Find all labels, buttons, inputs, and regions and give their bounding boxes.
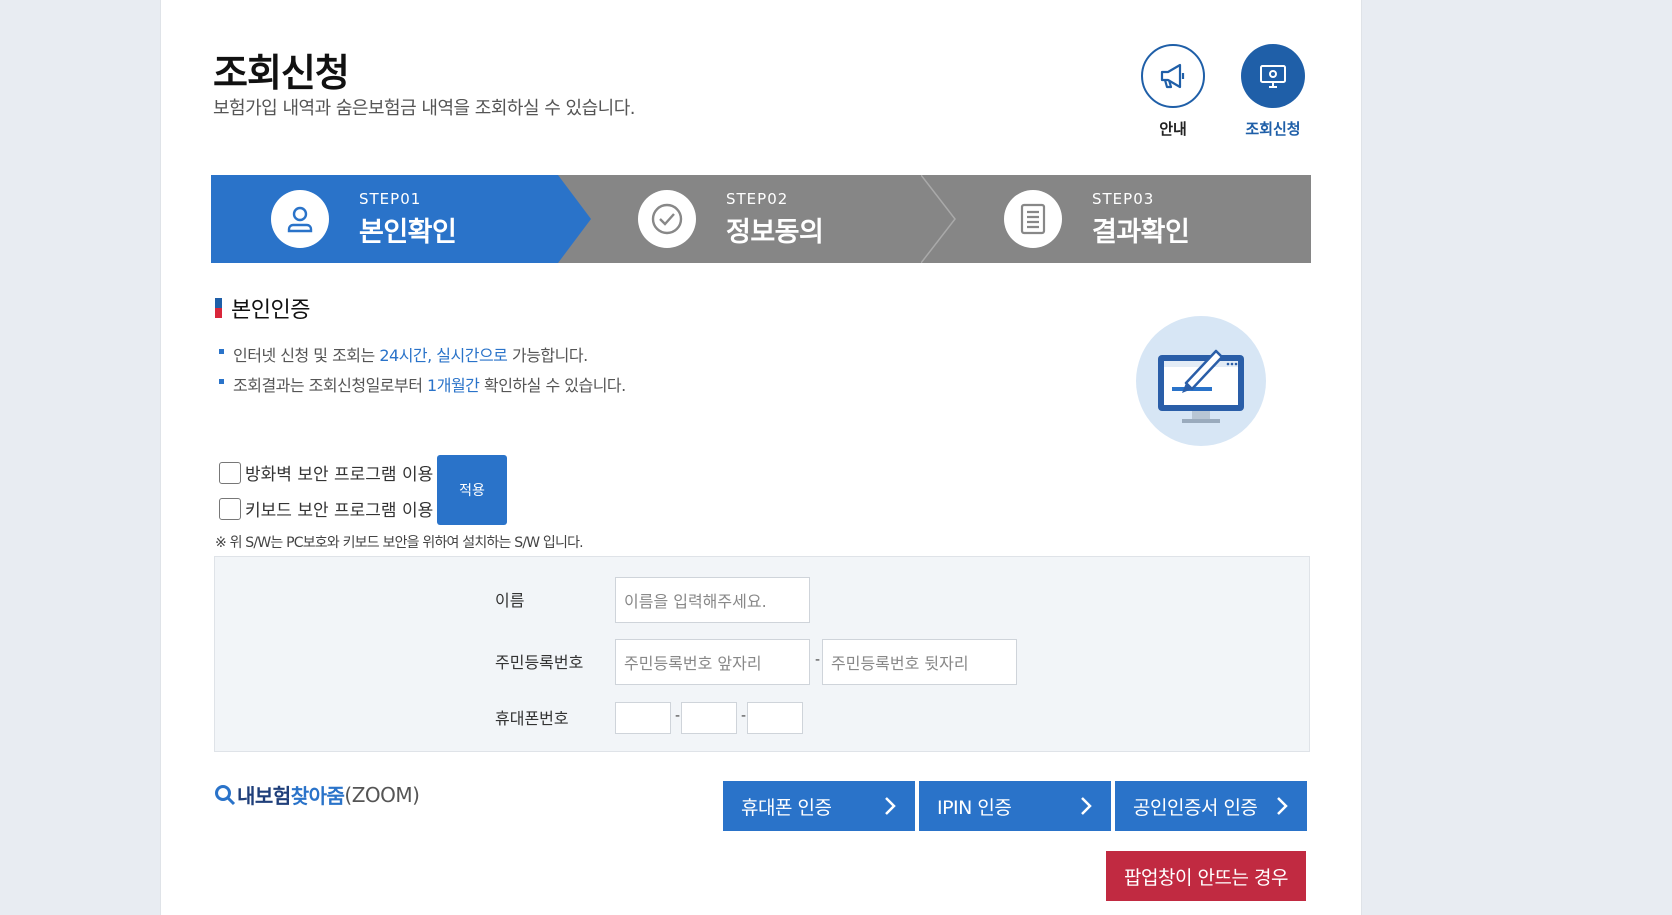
section-title-text: 본인인증 (231, 298, 310, 323)
phone-dash-2: - (741, 708, 747, 724)
rrn-front-field[interactable]: 주민등록번호 앞자리 (615, 639, 810, 685)
bullet-text: 가능합니다. (507, 346, 588, 365)
cert-auth-label: 공인인증서 인증 (1133, 796, 1258, 819)
phone-auth-label: 휴대폰 인증 (741, 796, 832, 819)
zoom-logo-text-3: (ZOOM) (344, 782, 420, 807)
megaphone-icon (1160, 63, 1185, 89)
guide-label[interactable]: 안내 (1133, 118, 1213, 139)
rrn-label: 주민등록번호 (495, 653, 584, 672)
bullet-highlight: 24시간, 실시간으로 (379, 346, 508, 365)
step-divider (921, 175, 956, 263)
keyboard-label: 키보드 보안 프로그램 이용 (245, 501, 434, 521)
document-icon (1004, 190, 1062, 248)
phone-field-3[interactable] (747, 702, 803, 734)
keyboard-option[interactable]: 키보드 보안 프로그램 이용 (219, 496, 433, 521)
step-2-name: 정보동의 (726, 216, 824, 248)
section-marker (215, 298, 222, 318)
step-3: STEP03 결과확인 (1004, 175, 1190, 263)
step-2: STEP02 정보동의 (638, 175, 824, 263)
popup-help-button[interactable]: 팝업창이 안뜨는 경우 (1106, 851, 1306, 901)
phone-label: 휴대폰번호 (495, 709, 569, 728)
chevron-right-icon (1277, 797, 1288, 815)
step-indicator: STEP01 본인확인 STEP02 정보동의 STEP03 결과확인 (211, 175, 1311, 263)
user-icon (271, 190, 329, 248)
firewall-checkbox[interactable] (219, 461, 241, 484)
magnifier-icon (215, 784, 236, 805)
ipin-auth-button[interactable]: IPIN 인증 (919, 781, 1111, 831)
security-note: ※ 위 S/W는 PC보호와 키보드 보안을 위하여 설치하는 S/W 입니다. (215, 535, 584, 551)
auth-form: 이름 이름을 입력해주세요. 주민등록번호 주민등록번호 앞자리 - 주민등록번… (214, 556, 1310, 752)
bullet-highlight: 1개월간 (427, 376, 480, 395)
info-list: 인터넷 신청 및 조회는 24시간, 실시간으로 가능합니다. 조회결과는 조회… (219, 342, 626, 402)
list-item: 조회결과는 조회신청일로부터 1개월간 확인하실 수 있습니다. (219, 372, 626, 395)
check-circle-icon (638, 190, 696, 248)
guide-button[interactable] (1141, 44, 1205, 108)
page-subtitle: 보험가입 내역과 숨은보험금 내역을 조회하실 수 있습니다. (213, 98, 636, 119)
step-2-number: STEP02 (726, 189, 789, 208)
bullet-text: 확인하실 수 있습니다. (479, 376, 626, 395)
computer-edit-icon (1158, 349, 1244, 423)
list-item: 인터넷 신청 및 조회는 24시간, 실시간으로 가능합니다. (219, 342, 626, 365)
phone-dash-1: - (675, 708, 681, 724)
content-page: 조회신청 보험가입 내역과 숨은보험금 내역을 조회하실 수 있습니다. 안내 … (160, 0, 1362, 915)
step-3-name: 결과확인 (1092, 216, 1190, 248)
page-title: 조회신청 (213, 51, 350, 95)
keyboard-checkbox[interactable] (219, 497, 241, 520)
rrn-back-field[interactable]: 주민등록번호 뒷자리 (822, 639, 1017, 685)
chevron-right-icon (885, 797, 896, 815)
name-label: 이름 (495, 591, 525, 610)
firewall-option[interactable]: 방화벽 보안 프로그램 이용 (219, 460, 433, 485)
rrn-dash: - (815, 652, 821, 668)
phone-auth-button[interactable]: 휴대폰 인증 (723, 781, 915, 831)
phone-field-1[interactable] (615, 702, 671, 734)
section-title: 본인인증 (215, 292, 310, 324)
ipin-auth-label: IPIN 인증 (937, 796, 1012, 819)
step-1-name: 본인확인 (359, 216, 457, 248)
zoom-logo: 내보험 찾아줌 (ZOOM) (213, 780, 420, 809)
apply-button[interactable]: 적용 (437, 455, 507, 525)
cert-auth-button[interactable]: 공인인증서 인증 (1115, 781, 1307, 831)
step-1-number: STEP01 (359, 189, 422, 208)
step-3-number: STEP03 (1092, 189, 1155, 208)
zoom-logo-text-2: 찾아줌 (290, 784, 345, 808)
step-1: STEP01 본인확인 (271, 175, 457, 263)
bullet-text: 인터넷 신청 및 조회는 (233, 346, 380, 365)
zoom-logo-text-1: 내보험 (237, 784, 291, 808)
monitor-icon (1260, 65, 1286, 88)
name-field[interactable]: 이름을 입력해주세요. (615, 577, 810, 623)
bullet-text: 조회결과는 조회신청일로부터 (233, 376, 428, 395)
computer-illustration (1136, 316, 1266, 446)
apply-query-label[interactable]: 조회신청 (1233, 118, 1313, 139)
phone-field-2[interactable] (681, 702, 737, 734)
chevron-right-icon (1081, 797, 1092, 815)
apply-query-button[interactable] (1241, 44, 1305, 108)
firewall-label: 방화벽 보안 프로그램 이용 (245, 465, 434, 485)
